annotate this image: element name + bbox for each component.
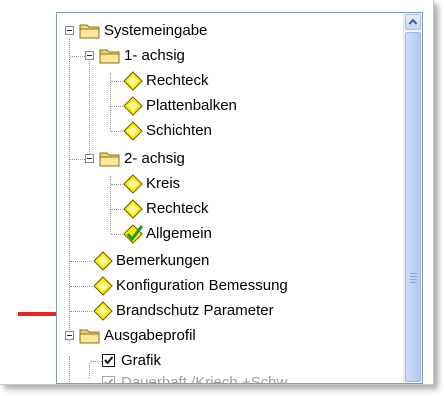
tree-node-label: Dauerhaft /Kriech +Schw. — [121, 374, 291, 384]
scrollbar-thumb[interactable] — [405, 32, 421, 382]
tree-connector — [111, 106, 123, 107]
tree-connector — [70, 311, 92, 312]
tree-connector — [70, 286, 92, 287]
tree-node-label: Schichten — [146, 122, 212, 139]
thumb-grip — [410, 282, 417, 283]
folder-icon — [79, 329, 100, 344]
tree-node-brandschutz-parameter[interactable]: Brandschutz Parameter — [57, 299, 404, 324]
thumb-grip — [410, 279, 417, 280]
scroll-up-button[interactable] — [405, 14, 421, 30]
folder-icon — [99, 49, 120, 64]
vertical-scrollbar[interactable] — [403, 13, 422, 383]
tree-node-konfiguration-bemessung[interactable]: Konfiguration Bemessung — [57, 274, 404, 299]
folder-icon — [79, 24, 100, 39]
collapse-icon[interactable] — [65, 26, 74, 35]
tree-connector — [111, 131, 123, 132]
tree-node-label: Plattenbalken — [146, 97, 237, 114]
tree-connector — [70, 261, 92, 262]
tree-node-plattenbalken[interactable]: Plattenbalken — [57, 94, 404, 119]
tree-node-ausgabeprofil[interactable]: Ausgabeprofil — [57, 324, 404, 349]
tree-connector — [90, 361, 102, 362]
tree-node-label: Brandschutz Parameter — [116, 302, 274, 319]
diamond-icon — [123, 71, 143, 91]
tree-node-label: Bemerkungen — [116, 252, 210, 269]
tree-node-schichten[interactable]: Schichten — [57, 119, 404, 144]
tree-node-rechteck[interactable]: Rechteck — [57, 69, 404, 94]
tree-node-label: Rechteck — [146, 200, 209, 217]
folder-icon — [99, 152, 120, 167]
tree-connector — [90, 383, 102, 384]
tree-node-2-achsig[interactable]: 2- achsig — [57, 147, 404, 172]
tree-node-label: Allgemein — [146, 225, 212, 242]
tree-node-bemerkungen[interactable]: Bemerkungen — [57, 249, 404, 274]
collapse-icon[interactable] — [85, 51, 94, 60]
tree-node-label: 2- achsig — [124, 150, 185, 167]
tree-connector — [70, 56, 85, 57]
tree-node-systemeingabe[interactable]: Systemeingabe — [57, 19, 404, 44]
thumb-grip — [410, 273, 417, 274]
diamond-icon — [123, 199, 143, 219]
tree-node-rechteck-2[interactable]: Rechteck — [57, 197, 404, 222]
diamond-icon — [123, 96, 143, 116]
thumb-grip — [410, 276, 417, 277]
tree-node-label: Rechteck — [146, 72, 209, 89]
tree-view[interactable]: Systemeingabe 1- achsig Rechteck Platten… — [56, 12, 423, 384]
diamond-check-icon — [123, 224, 144, 244]
diamond-icon — [93, 251, 113, 271]
tree-connector — [111, 234, 123, 235]
tree-node-label: Systemeingabe — [104, 22, 208, 39]
tree-node-label: 1- achsig — [124, 47, 185, 64]
tree-connector — [111, 184, 123, 185]
tree-node-label: Grafik — [121, 352, 162, 369]
diamond-icon — [123, 174, 143, 194]
tree-node-1-achsig[interactable]: 1- achsig — [57, 44, 404, 69]
tree-node-allgemein[interactable]: Allgemein — [57, 222, 404, 247]
checkbox-checked-icon[interactable] — [102, 354, 115, 367]
collapse-icon[interactable] — [65, 331, 74, 340]
tree-connector — [111, 209, 123, 210]
tree-node-label: Ausgabeprofil — [104, 327, 196, 344]
diamond-icon — [123, 121, 143, 141]
diamond-icon — [93, 301, 113, 321]
tree-connector — [70, 159, 85, 160]
tree-node-dauerhaft[interactable]: Dauerhaft /Kriech +Schw. — [57, 371, 404, 384]
tree-node-kreis[interactable]: Kreis — [57, 172, 404, 197]
tree-node-label: Kreis — [146, 175, 181, 192]
collapse-icon[interactable] — [85, 154, 94, 163]
chevron-up-icon — [408, 18, 418, 25]
tree-connector — [111, 81, 123, 82]
tree-node-label: Konfiguration Bemessung — [116, 277, 288, 294]
checkbox-checked-icon[interactable] — [102, 376, 115, 383]
diamond-icon — [93, 276, 113, 296]
